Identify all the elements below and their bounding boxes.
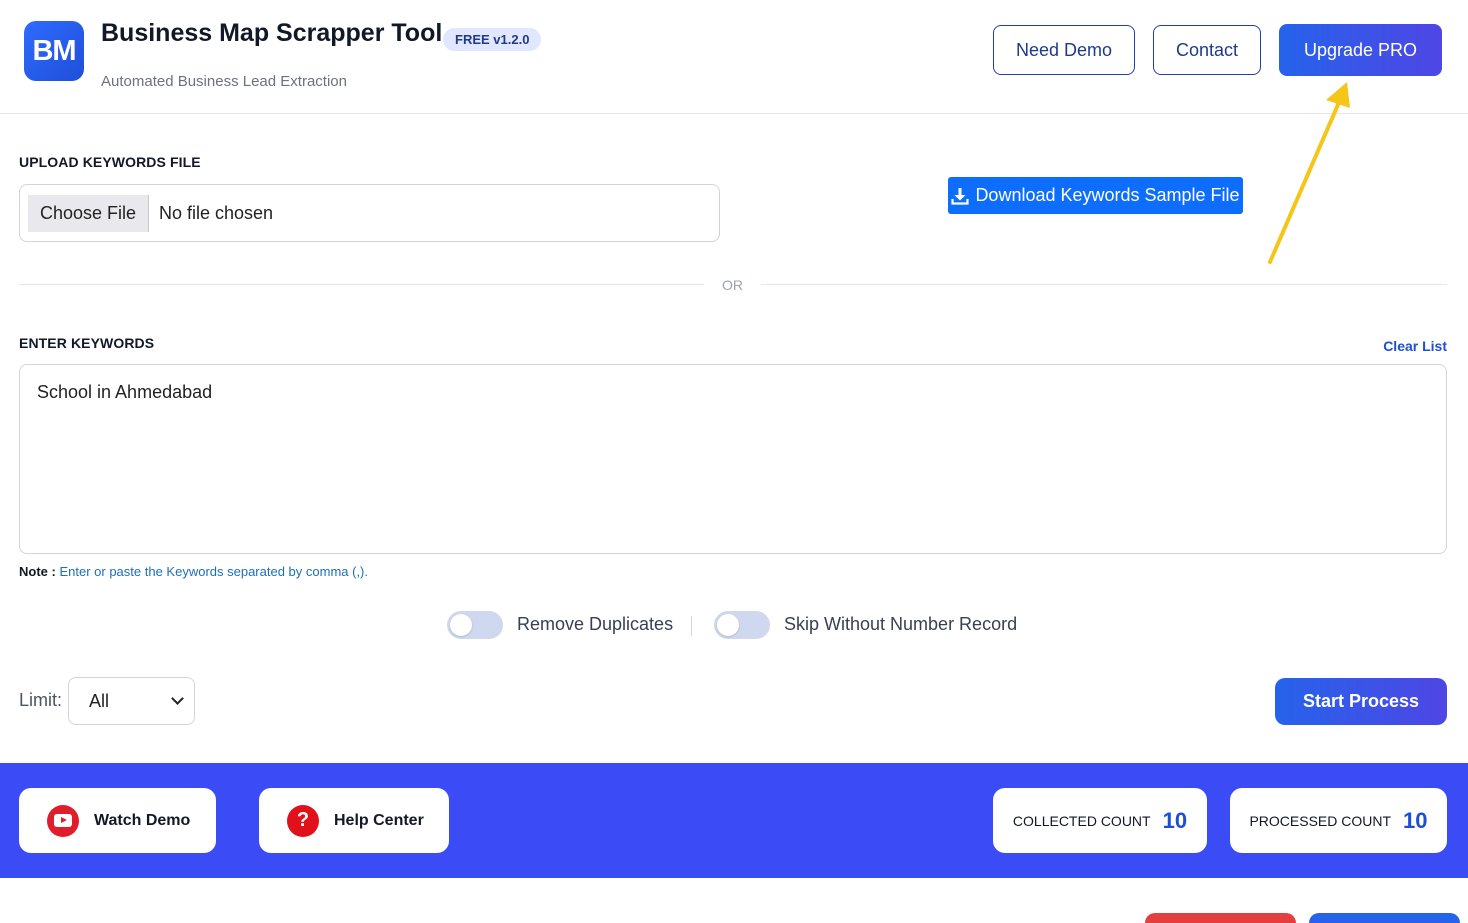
toggle-knob [450, 614, 472, 636]
skip-without-number-label: Skip Without Number Record [784, 614, 1018, 634]
limit-select[interactable]: All [68, 677, 195, 725]
download-icon [951, 187, 970, 205]
keywords-textarea[interactable] [19, 364, 1447, 554]
help-center-button[interactable]: ? Help Center [259, 788, 449, 853]
app-header: BM Business Map Scrapper Tool FREE v1.2.… [0, 0, 1468, 114]
start-process-button[interactable]: Start Process [1275, 678, 1447, 725]
keywords-note: Note : Enter or paste the Keywords separ… [19, 564, 368, 579]
file-status-text: No file chosen [159, 203, 274, 223]
download-sample-label: Download Keywords Sample File [975, 185, 1240, 205]
processed-count-card: PROCESSED COUNT 10 [1230, 788, 1447, 853]
annotation-arrow [1268, 82, 1350, 264]
youtube-icon [47, 804, 79, 837]
app-title: Business Map Scrapper Tool [101, 19, 443, 47]
bottom-blue-button[interactable] [1309, 913, 1460, 923]
collected-count-card: COLLECTED COUNT 10 [993, 788, 1207, 853]
enter-keywords-label: ENTER KEYWORDS [19, 335, 155, 351]
watch-demo-label: Watch Demo [94, 811, 191, 829]
bottom-red-button[interactable] [1145, 913, 1296, 923]
upload-keywords-label: UPLOAD KEYWORDS FILE [19, 154, 201, 170]
version-badge: FREE v1.2.0 [443, 28, 542, 51]
help-center-label: Help Center [334, 811, 424, 829]
divider-right [761, 284, 1447, 285]
choose-file-button[interactable]: Choose File [28, 195, 149, 232]
collected-count-label: COLLECTED COUNT [1012, 812, 1151, 829]
download-sample-button[interactable]: Download Keywords Sample File [948, 177, 1243, 214]
chevron-down-icon [171, 692, 184, 705]
app-logo: BM [24, 21, 84, 81]
note-text: Enter or paste the Keywords separated by… [59, 564, 368, 579]
toggle-divider [691, 616, 692, 636]
file-input[interactable]: Choose File No file chosen [19, 184, 720, 242]
help-icon: ? [287, 804, 319, 837]
app-subtitle: Automated Business Lead Extraction [101, 73, 347, 90]
toggle-knob [717, 614, 739, 636]
limit-selected-value: All [89, 690, 110, 711]
skip-without-number-toggle[interactable] [714, 611, 770, 639]
limit-label: Limit: [19, 690, 63, 710]
or-divider-text: OR [722, 277, 743, 293]
divider-left [19, 284, 704, 285]
remove-duplicates-label: Remove Duplicates [517, 614, 674, 634]
clear-list-link[interactable]: Clear List [1383, 338, 1447, 354]
need-demo-button[interactable]: Need Demo [993, 25, 1135, 75]
note-key: Note : [19, 564, 56, 579]
footer-bar: Watch Demo ? Help Center COLLECTED COUNT… [0, 763, 1468, 878]
processed-count-value: 10 [1403, 807, 1428, 833]
remove-duplicates-toggle[interactable] [447, 611, 503, 639]
contact-button[interactable]: Contact [1153, 25, 1261, 75]
collected-count-value: 10 [1162, 807, 1188, 833]
watch-demo-button[interactable]: Watch Demo [19, 788, 216, 853]
upgrade-pro-button[interactable]: Upgrade PRO [1279, 24, 1442, 76]
processed-count-label: PROCESSED COUNT [1249, 812, 1392, 829]
